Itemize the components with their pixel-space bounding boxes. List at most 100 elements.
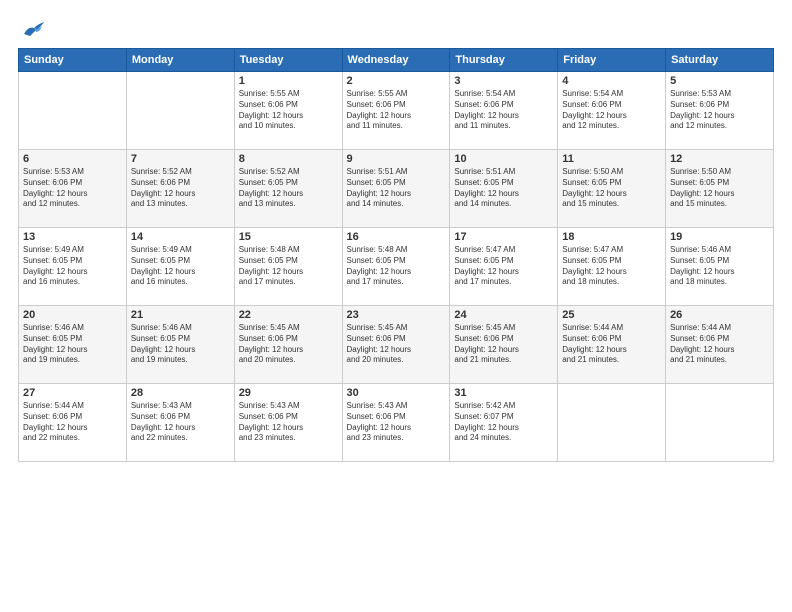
day-detail: Sunrise: 5:43 AM Sunset: 6:06 PM Dayligh… <box>131 401 230 444</box>
day-detail: Sunrise: 5:50 AM Sunset: 6:05 PM Dayligh… <box>562 167 661 210</box>
week-row-1: 1 Sunrise: 5:55 AM Sunset: 6:06 PM Daylig… <box>19 72 774 150</box>
calendar-cell: 1 Sunrise: 5:55 AM Sunset: 6:06 PM Daylig… <box>234 72 342 150</box>
day-number: 13 <box>23 231 122 243</box>
day-detail: Sunrise: 5:46 AM Sunset: 6:05 PM Dayligh… <box>131 323 230 366</box>
day-number: 7 <box>131 153 230 165</box>
header-day-friday: Friday <box>558 49 666 72</box>
calendar-cell: 7Sunrise: 5:52 AM Sunset: 6:06 PM Daylig… <box>126 150 234 228</box>
day-detail: Sunrise: 5:46 AM Sunset: 6:05 PM Dayligh… <box>670 245 769 288</box>
page: SundayMondayTuesdayWednesdayThursdayFrid… <box>0 0 792 612</box>
day-number: 29 <box>239 387 338 399</box>
calendar-cell: 18 Sunrise: 5:47 AM Sunset: 6:05 PM Dayli… <box>558 228 666 306</box>
day-detail: Sunrise: 5:49 AM Sunset: 6:05 PM Dayligh… <box>23 245 122 288</box>
calendar-cell: 3 Sunrise: 5:54 AM Sunset: 6:06 PM Daylig… <box>450 72 558 150</box>
calendar-cell: 6 Sunrise: 5:53 AM Sunset: 6:06 PM Daylig… <box>19 150 127 228</box>
day-detail: Sunrise: 5:43 AM Sunset: 6:06 PM Dayligh… <box>347 401 446 444</box>
calendar-cell: 30 Sunrise: 5:43 AM Sunset: 6:06 PM Dayli… <box>342 384 450 462</box>
day-detail: Sunrise: 5:50 AM Sunset: 6:05 PM Dayligh… <box>670 167 769 210</box>
calendar-cell: 17 Sunrise: 5:47 AM Sunset: 6:05 PM Dayli… <box>450 228 558 306</box>
day-detail: Sunrise: 5:47 AM Sunset: 6:05 PM Dayligh… <box>562 245 661 288</box>
header-day-tuesday: Tuesday <box>234 49 342 72</box>
header-day-thursday: Thursday <box>450 49 558 72</box>
calendar-cell: 11Sunrise: 5:50 AM Sunset: 6:05 PM Dayli… <box>558 150 666 228</box>
calendar-cell: 14 Sunrise: 5:49 AM Sunset: 6:05 PM Dayli… <box>126 228 234 306</box>
calendar-cell <box>126 72 234 150</box>
day-detail: Sunrise: 5:43 AM Sunset: 6:06 PM Dayligh… <box>239 401 338 444</box>
day-number: 8 <box>239 153 338 165</box>
week-row-2: 6 Sunrise: 5:53 AM Sunset: 6:06 PM Daylig… <box>19 150 774 228</box>
calendar-cell: 8 Sunrise: 5:52 AM Sunset: 6:05 PM Daylig… <box>234 150 342 228</box>
day-detail: Sunrise: 5:44 AM Sunset: 6:06 PM Dayligh… <box>670 323 769 366</box>
calendar-cell: 10 Sunrise: 5:51 AM Sunset: 6:05 PM Dayli… <box>450 150 558 228</box>
day-detail: Sunrise: 5:44 AM Sunset: 6:06 PM Dayligh… <box>23 401 122 444</box>
day-detail: Sunrise: 5:54 AM Sunset: 6:06 PM Dayligh… <box>562 89 661 132</box>
calendar-cell: 31 Sunrise: 5:42 AM Sunset: 6:07 PM Dayli… <box>450 384 558 462</box>
header-day-sunday: Sunday <box>19 49 127 72</box>
calendar-cell <box>19 72 127 150</box>
day-detail: Sunrise: 5:51 AM Sunset: 6:05 PM Dayligh… <box>347 167 446 210</box>
day-detail: Sunrise: 5:52 AM Sunset: 6:05 PM Dayligh… <box>239 167 338 210</box>
calendar-cell: 12Sunrise: 5:50 AM Sunset: 6:05 PM Dayli… <box>666 150 774 228</box>
day-number: 17 <box>454 231 553 243</box>
calendar-cell <box>666 384 774 462</box>
calendar-cell: 2 Sunrise: 5:55 AM Sunset: 6:06 PM Daylig… <box>342 72 450 150</box>
day-number: 31 <box>454 387 553 399</box>
day-number: 5 <box>670 75 769 87</box>
calendar-cell: 24 Sunrise: 5:45 AM Sunset: 6:06 PM Dayli… <box>450 306 558 384</box>
calendar-cell: 20 Sunrise: 5:46 AM Sunset: 6:05 PM Dayli… <box>19 306 127 384</box>
day-number: 28 <box>131 387 230 399</box>
day-number: 24 <box>454 309 553 321</box>
calendar-cell: 19Sunrise: 5:46 AM Sunset: 6:05 PM Dayli… <box>666 228 774 306</box>
calendar-cell: 9 Sunrise: 5:51 AM Sunset: 6:05 PM Daylig… <box>342 150 450 228</box>
day-number: 10 <box>454 153 553 165</box>
week-row-4: 20 Sunrise: 5:46 AM Sunset: 6:05 PM Dayli… <box>19 306 774 384</box>
day-number: 6 <box>23 153 122 165</box>
calendar-cell: 21Sunrise: 5:46 AM Sunset: 6:05 PM Dayli… <box>126 306 234 384</box>
day-number: 9 <box>347 153 446 165</box>
calendar-cell: 23 Sunrise: 5:45 AM Sunset: 6:06 PM Dayli… <box>342 306 450 384</box>
day-detail: Sunrise: 5:53 AM Sunset: 6:06 PM Dayligh… <box>23 167 122 210</box>
day-number: 1 <box>239 75 338 87</box>
day-number: 27 <box>23 387 122 399</box>
day-detail: Sunrise: 5:51 AM Sunset: 6:05 PM Dayligh… <box>454 167 553 210</box>
logo <box>18 18 48 40</box>
calendar-cell: 4Sunrise: 5:54 AM Sunset: 6:06 PM Daylig… <box>558 72 666 150</box>
day-number: 20 <box>23 309 122 321</box>
day-detail: Sunrise: 5:55 AM Sunset: 6:06 PM Dayligh… <box>347 89 446 132</box>
day-number: 2 <box>347 75 446 87</box>
day-detail: Sunrise: 5:46 AM Sunset: 6:05 PM Dayligh… <box>23 323 122 366</box>
header-day-wednesday: Wednesday <box>342 49 450 72</box>
day-number: 14 <box>131 231 230 243</box>
calendar-cell: 25Sunrise: 5:44 AM Sunset: 6:06 PM Dayli… <box>558 306 666 384</box>
day-detail: Sunrise: 5:48 AM Sunset: 6:05 PM Dayligh… <box>239 245 338 288</box>
header-row: SundayMondayTuesdayWednesdayThursdayFrid… <box>19 49 774 72</box>
week-row-3: 13 Sunrise: 5:49 AM Sunset: 6:05 PM Dayli… <box>19 228 774 306</box>
day-number: 26 <box>670 309 769 321</box>
day-number: 30 <box>347 387 446 399</box>
day-number: 22 <box>239 309 338 321</box>
day-number: 18 <box>562 231 661 243</box>
calendar-cell: 13 Sunrise: 5:49 AM Sunset: 6:05 PM Dayli… <box>19 228 127 306</box>
day-number: 3 <box>454 75 553 87</box>
day-detail: Sunrise: 5:53 AM Sunset: 6:06 PM Dayligh… <box>670 89 769 132</box>
day-detail: Sunrise: 5:49 AM Sunset: 6:05 PM Dayligh… <box>131 245 230 288</box>
calendar-cell: 27 Sunrise: 5:44 AM Sunset: 6:06 PM Dayli… <box>19 384 127 462</box>
week-row-5: 27 Sunrise: 5:44 AM Sunset: 6:06 PM Dayli… <box>19 384 774 462</box>
calendar-cell <box>558 384 666 462</box>
calendar-cell: 28 Sunrise: 5:43 AM Sunset: 6:06 PM Dayli… <box>126 384 234 462</box>
day-number: 23 <box>347 309 446 321</box>
calendar-cell: 29 Sunrise: 5:43 AM Sunset: 6:06 PM Dayli… <box>234 384 342 462</box>
header <box>18 18 774 40</box>
header-day-saturday: Saturday <box>666 49 774 72</box>
day-detail: Sunrise: 5:55 AM Sunset: 6:06 PM Dayligh… <box>239 89 338 132</box>
logo-bird-icon <box>20 18 48 40</box>
day-detail: Sunrise: 5:47 AM Sunset: 6:05 PM Dayligh… <box>454 245 553 288</box>
day-detail: Sunrise: 5:44 AM Sunset: 6:06 PM Dayligh… <box>562 323 661 366</box>
day-detail: Sunrise: 5:45 AM Sunset: 6:06 PM Dayligh… <box>347 323 446 366</box>
header-day-monday: Monday <box>126 49 234 72</box>
day-detail: Sunrise: 5:42 AM Sunset: 6:07 PM Dayligh… <box>454 401 553 444</box>
day-detail: Sunrise: 5:45 AM Sunset: 6:06 PM Dayligh… <box>239 323 338 366</box>
day-detail: Sunrise: 5:45 AM Sunset: 6:06 PM Dayligh… <box>454 323 553 366</box>
calendar-cell: 26 Sunrise: 5:44 AM Sunset: 6:06 PM Dayli… <box>666 306 774 384</box>
day-detail: Sunrise: 5:54 AM Sunset: 6:06 PM Dayligh… <box>454 89 553 132</box>
